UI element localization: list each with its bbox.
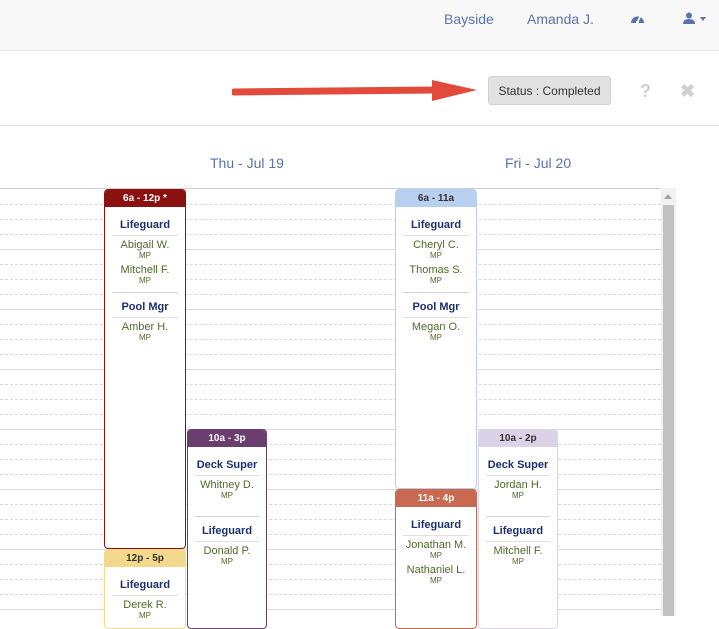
grid-line — [0, 579, 661, 580]
grid-line — [0, 609, 661, 610]
grid-line — [0, 534, 661, 535]
grid-line — [0, 234, 661, 235]
employee-name[interactable]: Mitchell F. — [479, 545, 557, 557]
role-divider — [112, 292, 178, 293]
user-icon[interactable] — [683, 12, 709, 30]
employee-name[interactable]: Nathaniel L. — [396, 564, 476, 576]
employee-name[interactable]: Whitney D. — [188, 479, 266, 491]
grid-line — [0, 279, 661, 280]
shift-role: Lifeguard — [403, 519, 469, 536]
shift-role: Lifeguard — [195, 525, 259, 542]
top-navbar: Bayside Amanda J. — [0, 0, 719, 51]
role-divider — [403, 292, 469, 293]
role-divider — [195, 516, 259, 517]
employee-name[interactable]: Cheryl C. — [396, 239, 476, 251]
grid-line — [0, 414, 661, 415]
shift-time: 6a - 12p * — [105, 190, 185, 207]
shift-card[interactable]: 12p - 5p Lifeguard Derek R. MP — [104, 549, 186, 629]
grid-line — [0, 249, 661, 250]
employee-name[interactable]: Donald P. — [188, 545, 266, 557]
grid-line — [0, 204, 661, 205]
employee-name[interactable]: Thomas S. — [396, 264, 476, 276]
shift-time: 6a - 11a — [396, 190, 476, 207]
grid-line — [0, 459, 661, 460]
employee-name[interactable]: Abigail W. — [105, 239, 185, 251]
employee-name[interactable]: Mitchell F. — [105, 264, 185, 276]
shift-role: Pool Mgr — [112, 301, 178, 318]
employee-name[interactable]: Megan O. — [396, 321, 476, 333]
employee-tag: MP — [512, 491, 524, 500]
grid-line — [0, 489, 661, 490]
role-divider — [486, 516, 550, 517]
grid-line — [0, 384, 661, 385]
schedule-grid — [0, 188, 661, 617]
location-link[interactable]: Bayside — [444, 11, 494, 27]
shift-card[interactable]: 11a - 4p Lifeguard Jonathan M. MP Nathan… — [395, 489, 477, 629]
grid-line — [0, 549, 661, 550]
shift-card[interactable]: 10a - 2p Deck Super Jordan H. MP Lifegua… — [478, 429, 558, 629]
employee-tag: MP — [430, 576, 442, 585]
grid-line — [0, 324, 661, 325]
grid-line — [0, 444, 661, 445]
grid-line — [0, 219, 661, 220]
scroll-up-arrow-icon[interactable] — [664, 194, 672, 199]
shift-role: Lifeguard — [486, 525, 550, 542]
shift-role: Deck Super — [195, 459, 259, 476]
dashboard-icon[interactable] — [630, 12, 645, 30]
status-button[interactable]: Status : Completed — [488, 76, 611, 105]
shift-card[interactable]: 10a - 3p Deck Super Whitney D. MP Lifegu… — [187, 429, 267, 629]
grid-line — [0, 264, 661, 265]
shift-time: 10a - 3p — [188, 430, 266, 447]
employee-name[interactable]: Jonathan M. — [396, 539, 476, 551]
employee-tag: MP — [139, 333, 151, 342]
grid-line — [0, 399, 661, 400]
grid-line — [0, 369, 661, 370]
day-header-thu: Thu - Jul 19 — [210, 155, 284, 171]
scrollbar-thumb[interactable] — [663, 205, 674, 616]
shift-role: Lifeguard — [112, 219, 178, 236]
red-arrow-annotation — [232, 80, 477, 101]
grid-line — [0, 339, 661, 340]
shift-role: Deck Super — [486, 459, 550, 476]
close-icon[interactable]: ✖ — [680, 81, 695, 102]
grid-line — [0, 594, 661, 595]
help-icon[interactable]: ? — [640, 81, 651, 102]
shift-time: 11a - 4p — [396, 490, 476, 507]
employee-tag: MP — [430, 276, 442, 285]
shift-card[interactable]: 6a - 11a Lifeguard Cheryl C. MP Thomas S… — [395, 189, 477, 489]
grid-line — [0, 474, 661, 475]
grid-line — [0, 309, 661, 310]
employee-tag: MP — [430, 333, 442, 342]
day-header-fri: Fri - Jul 20 — [505, 155, 572, 171]
shift-role: Lifeguard — [403, 219, 469, 236]
user-name-link[interactable]: Amanda J. — [527, 11, 594, 27]
shift-time: 12p - 5p — [105, 550, 185, 567]
shift-card[interactable]: 6a - 12p * Lifeguard Abigail W. MP Mitch… — [104, 189, 186, 549]
vertical-scrollbar[interactable] — [661, 188, 676, 616]
grid-line — [0, 429, 661, 430]
employee-tag: MP — [139, 276, 151, 285]
grid-line — [0, 294, 661, 295]
employee-name[interactable]: Derek R. — [105, 599, 185, 611]
grid-line — [0, 519, 661, 520]
shift-time: 10a - 2p — [479, 430, 557, 447]
grid-line — [0, 504, 661, 505]
grid-line — [0, 564, 661, 565]
employee-tag: MP — [512, 557, 524, 566]
employee-tag: MP — [221, 491, 233, 500]
employee-tag: MP — [139, 251, 151, 260]
shift-role: Pool Mgr — [403, 301, 469, 318]
employee-name[interactable]: Jordan H. — [479, 479, 557, 491]
employee-tag: MP — [430, 551, 442, 560]
employee-tag: MP — [430, 251, 442, 260]
shift-role: Lifeguard — [112, 579, 178, 596]
grid-line — [0, 354, 661, 355]
employee-tag: MP — [221, 557, 233, 566]
employee-name[interactable]: Amber H. — [105, 321, 185, 333]
